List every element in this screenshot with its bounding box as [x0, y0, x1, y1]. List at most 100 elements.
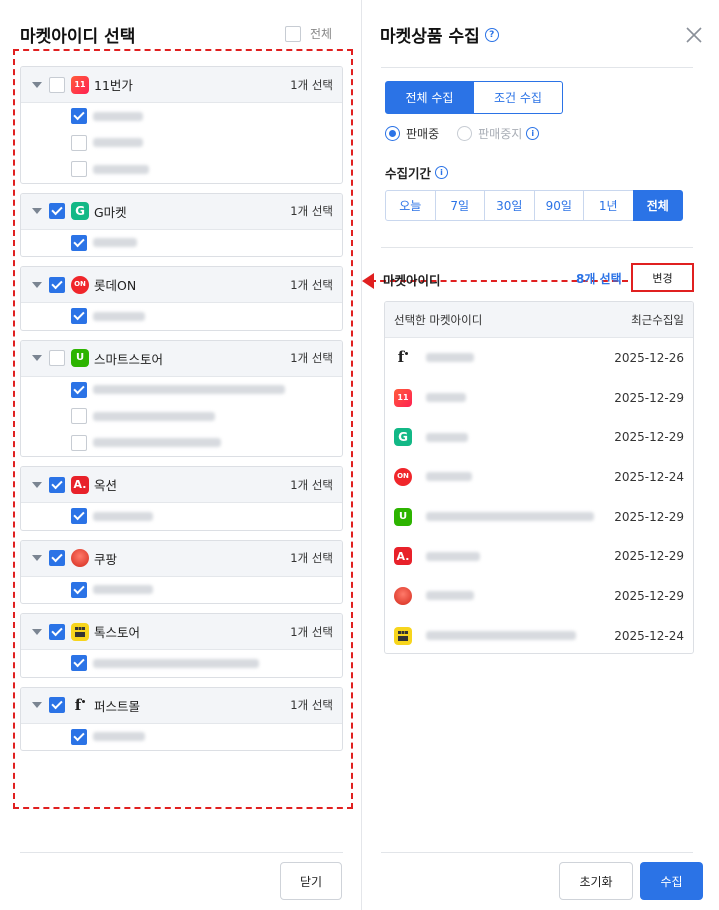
- last-collected-date: 2025-12-29: [614, 549, 684, 564]
- caret-down-icon[interactable]: [32, 481, 42, 488]
- divider: [20, 852, 343, 853]
- annotation-arrow-head: [362, 273, 374, 289]
- column-header-date: 최근수집일: [631, 312, 684, 327]
- account-row[interactable]: [21, 156, 342, 183]
- close-button[interactable]: 닫기: [280, 862, 342, 900]
- caret-down-icon[interactable]: [32, 355, 42, 361]
- account-row[interactable]: [21, 430, 342, 457]
- caret-down-icon[interactable]: [32, 702, 42, 708]
- market-group-header[interactable]: U 스마트스토어 1개 선택: [21, 340, 342, 377]
- market-group-checkbox[interactable]: [49, 697, 65, 713]
- period-tab[interactable]: 90일: [533, 190, 584, 221]
- market-group-checkbox[interactable]: [49, 623, 65, 640]
- market-group-count: 1개 선택: [290, 698, 333, 712]
- market-group-checkbox[interactable]: [49, 76, 65, 93]
- period-label-text: 수집기간: [385, 166, 432, 181]
- account-checkbox[interactable]: [71, 434, 87, 451]
- market-group-header[interactable]: f 퍼스트몰 1개 선택: [21, 687, 342, 724]
- market-group-header[interactable]: A. 옥션 1개 선택: [21, 467, 342, 503]
- account-row[interactable]: [21, 377, 342, 404]
- redacted-account-id: [426, 591, 474, 601]
- market-group-header[interactable]: G G마켓 1개 선택: [21, 193, 342, 230]
- status-option-stopped[interactable]: 판매중지 i: [457, 125, 540, 142]
- redacted-account-id: [426, 472, 472, 482]
- status-option-on-sale[interactable]: 판매중: [385, 125, 439, 142]
- market-group-count: 1개 선택: [290, 204, 333, 218]
- market-group-count: 1개 선택: [290, 77, 333, 92]
- account-row[interactable]: [21, 403, 342, 430]
- tokstore-logo-icon: [394, 626, 412, 645]
- account-row[interactable]: [21, 303, 342, 330]
- divider: [381, 247, 693, 248]
- radio-label: 판매중: [406, 127, 440, 141]
- coupang-logo-icon: [394, 586, 412, 605]
- 11st-logo-icon: 11: [394, 388, 412, 407]
- period-tab[interactable]: 30일: [484, 190, 535, 221]
- account-row[interactable]: [21, 230, 342, 257]
- caret-down-icon[interactable]: [32, 81, 42, 88]
- period-label: 수집기간 i: [385, 163, 449, 182]
- smartstore-logo-icon: U: [71, 349, 89, 367]
- market-group-name: 스마트스토어: [94, 351, 164, 367]
- divider: [381, 852, 693, 853]
- select-all[interactable]: 전체: [285, 25, 332, 42]
- period-tab[interactable]: 1년: [583, 190, 634, 221]
- market-group-count: 1개 선택: [290, 477, 333, 492]
- radio-button[interactable]: [457, 126, 473, 141]
- account-checkbox[interactable]: [71, 728, 87, 745]
- market-group-checkbox[interactable]: [49, 550, 65, 566]
- select-all-checkbox[interactable]: [285, 25, 301, 42]
- radio-button[interactable]: [385, 126, 400, 141]
- table-row: 11 2025-12-29: [385, 378, 693, 418]
- account-checkbox[interactable]: [71, 508, 87, 525]
- market-group-header[interactable]: ON 롯데ON 1개 선택: [21, 267, 342, 303]
- caret-down-icon[interactable]: [32, 281, 42, 288]
- account-row[interactable]: [21, 650, 342, 677]
- account-row[interactable]: [21, 724, 342, 751]
- auction-logo-icon: A.: [394, 547, 412, 566]
- market-group-checkbox[interactable]: [49, 203, 65, 219]
- account-row[interactable]: [21, 103, 342, 130]
- account-row[interactable]: [21, 130, 342, 157]
- reset-button[interactable]: 초기화: [559, 862, 633, 900]
- account-checkbox[interactable]: [71, 161, 87, 178]
- account-checkbox[interactable]: [71, 381, 87, 398]
- period-tab[interactable]: 7일: [434, 190, 485, 221]
- table-row: f 2025-12-26: [385, 338, 693, 378]
- account-row[interactable]: [21, 503, 342, 530]
- period-tab[interactable]: 오늘: [385, 190, 436, 221]
- account-checkbox[interactable]: [71, 655, 87, 672]
- account-checkbox[interactable]: [71, 108, 87, 125]
- last-collected-date: 2025-12-29: [614, 588, 684, 603]
- info-icon[interactable]: i: [435, 166, 449, 179]
- auction-logo-icon: A.: [71, 475, 89, 494]
- market-group-header[interactable]: 쿠팡 1개 선택: [21, 540, 342, 577]
- collect-button[interactable]: 수집: [640, 862, 703, 900]
- info-icon[interactable]: i: [526, 127, 540, 140]
- help-icon[interactable]: ?: [484, 27, 499, 42]
- market-group-name: 쿠팡: [94, 551, 118, 567]
- account-row[interactable]: [21, 577, 342, 604]
- market-group-checkbox[interactable]: [49, 350, 65, 366]
- market-group-header[interactable]: 11 11번가 1개 선택: [21, 67, 342, 103]
- account-checkbox[interactable]: [71, 308, 87, 325]
- close-icon[interactable]: [685, 26, 703, 44]
- gmarket-logo-icon: G: [71, 202, 89, 220]
- mode-tab-all[interactable]: 전체 수집: [385, 81, 474, 114]
- selected-market-id-table: 선택한 마켓아이디 최근수집일 f 2025-12-26 11 2025-12-29 G…: [384, 301, 694, 654]
- account-checkbox[interactable]: [71, 581, 87, 598]
- market-group-name: G마켓: [94, 204, 127, 220]
- account-checkbox[interactable]: [71, 134, 87, 151]
- caret-down-icon[interactable]: [32, 628, 42, 635]
- change-button[interactable]: 변경: [631, 263, 694, 292]
- market-group-header[interactable]: 톡스토어 1개 선택: [21, 614, 342, 650]
- period-tab[interactable]: 전체: [632, 190, 683, 221]
- account-checkbox[interactable]: [71, 234, 87, 251]
- caret-down-icon[interactable]: [32, 555, 42, 561]
- account-checkbox[interactable]: [71, 408, 87, 425]
- market-group-checkbox[interactable]: [49, 276, 65, 293]
- mode-tab-conditional[interactable]: 조건 수집: [474, 81, 563, 114]
- caret-down-icon[interactable]: [32, 208, 42, 214]
- market-group-checkbox[interactable]: [49, 476, 65, 493]
- selected-count: 8개 선택: [576, 272, 622, 286]
